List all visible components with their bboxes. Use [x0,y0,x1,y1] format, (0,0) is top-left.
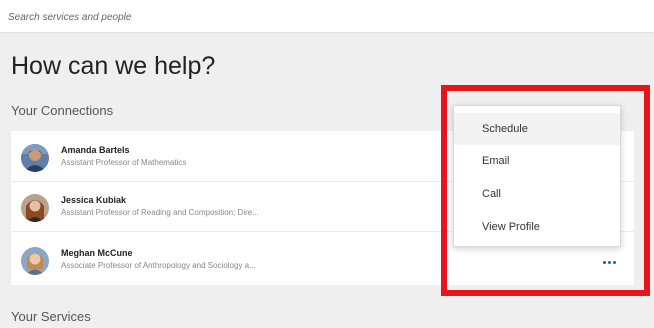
search-bar [0,0,654,33]
person-title: Assistant Professor of Reading and Compo… [61,208,259,217]
menu-item-call[interactable]: Call [454,178,620,210]
connections-heading: Your Connections [11,103,114,118]
services-heading: Your Services [11,309,91,324]
person-name: Jessica Kubiak [61,195,127,205]
person-title: Associate Professor of Anthropology and … [61,261,256,270]
menu-item-view-profile[interactable]: View Profile [454,211,620,243]
menu-item-email[interactable]: Email [454,145,620,177]
avatar [21,144,49,172]
search-input[interactable] [6,7,450,27]
dot [612,260,616,264]
avatar [21,194,49,222]
person-name: Amanda Bartels [61,145,130,155]
page-title: How can we help? [11,52,216,80]
avatar [21,247,49,275]
more-horizontal-icon[interactable] [597,255,621,269]
dot [607,260,611,264]
menu-item-schedule[interactable]: Schedule [454,113,620,145]
person-name: Meghan McCune [61,248,133,258]
person-title: Assistant Professor of Mathematics [61,158,187,167]
actions-dropdown-menu: Schedule Email Call View Profile [453,105,621,247]
dot [602,260,606,264]
